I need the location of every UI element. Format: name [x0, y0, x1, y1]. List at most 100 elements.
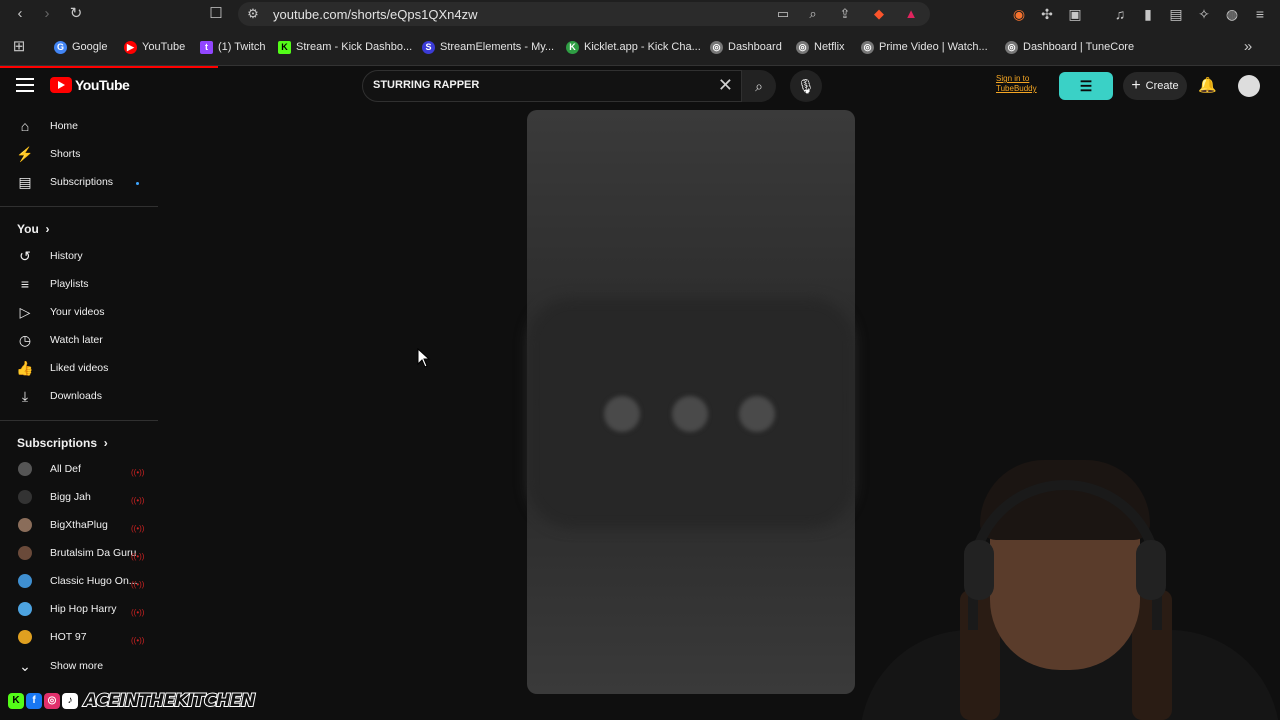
sidebar-item-playlists[interactable]: ≡ Playlists — [0, 270, 158, 298]
loading-dot — [604, 396, 640, 432]
zoom-icon[interactable]: ⌕ — [804, 5, 822, 23]
address-bar[interactable]: ⚙ youtube.com/shorts/eQps1QXn4zw ▭ ⌕ ⇪ ◆… — [238, 2, 930, 26]
sidebar-item-your-videos[interactable]: ▷ Your videos — [0, 298, 158, 326]
bookmark-icon[interactable]: ☐ — [206, 4, 226, 24]
forward-icon[interactable]: › — [37, 4, 57, 24]
tubebuddy-signin-link[interactable]: Sign in to TubeBuddy — [996, 74, 1037, 94]
sidebar-item-watch-later[interactable]: ◷ Watch later — [0, 326, 158, 354]
webcam-overlay — [840, 440, 1280, 720]
bookmark-twitch[interactable]: t (1) Twitch — [200, 39, 265, 55]
sidebar: ⌂ Home ⚡ Shorts ▤ Subscriptions You › ↺ Hist… — [0, 104, 160, 674]
brave-rewards-icon[interactable]: ▲ — [902, 5, 920, 23]
reload-icon[interactable]: ↻ — [66, 4, 86, 24]
channel-avatar — [18, 546, 32, 560]
bookmark-dashboard[interactable]: ◎ Dashboard — [710, 39, 782, 55]
microphone-icon: 🎙 — [797, 78, 815, 94]
subscriptions-heading-label: Subscriptions — [17, 436, 98, 450]
shorts-player[interactable] — [527, 110, 855, 694]
sidebar-item-subscriptions[interactable]: ▤ Subscriptions — [0, 168, 158, 196]
search-button[interactable]: ⌕ — [742, 70, 776, 102]
headset-earcup — [964, 540, 994, 600]
apps-grid-icon[interactable]: ⊞ — [9, 37, 29, 57]
channel-name: Hip Hop Harry — [50, 603, 117, 615]
tubebuddy-line2: TubeBuddy — [996, 84, 1037, 93]
extension-icon[interactable]: ◉ — [1009, 4, 1029, 24]
sidebar-item-label: Your videos — [50, 306, 105, 318]
search-query: STURRING RAPPER — [373, 79, 480, 91]
hamburger-menu-icon[interactable] — [16, 78, 34, 92]
more-bookmarks-icon[interactable]: » — [1238, 37, 1258, 57]
voice-search-button[interactable]: 🎙 — [790, 70, 822, 102]
menu-icon[interactable]: ≡ — [1250, 4, 1270, 24]
sidebar-item-label: Shorts — [50, 148, 81, 160]
sidebar-item-home[interactable]: ⌂ Home — [0, 112, 158, 140]
clear-search-icon[interactable]: ✕ — [718, 75, 733, 96]
live-indicator-icon: ((•)) — [131, 552, 145, 561]
bookmark-prime-video[interactable]: ◎ Prime Video | Watch... — [861, 39, 988, 55]
sidebar-divider — [0, 206, 158, 207]
you-section-heading[interactable]: You › — [17, 222, 49, 236]
bookmark-kicklet[interactable]: K Kicklet.app - Kick Cha... — [566, 39, 701, 55]
globe-icon: ◎ — [1005, 40, 1018, 54]
sidebar-item-label: Liked videos — [50, 362, 109, 374]
bookmark-streamelements[interactable]: S StreamElements - My... — [422, 39, 554, 55]
youtube-logo[interactable]: YouTube — [50, 77, 130, 93]
bookmark-youtube[interactable]: ▶ YouTube — [124, 39, 185, 55]
live-indicator-icon: ((•)) — [131, 468, 145, 477]
google-icon: G — [54, 40, 67, 54]
live-indicator-icon: ((•)) — [131, 524, 145, 533]
sidebar-item-shorts[interactable]: ⚡ Shorts — [0, 140, 158, 168]
create-label: Create — [1145, 80, 1179, 92]
bookmark-google[interactable]: G Google — [54, 39, 107, 55]
bookmark-label: (1) Twitch — [218, 41, 266, 53]
leo-ai-icon[interactable]: ✧ — [1194, 4, 1214, 24]
search-input[interactable]: STURRING RAPPER ✕ — [362, 70, 742, 102]
puzzle-icon[interactable]: ✣ — [1037, 4, 1057, 24]
channel-avatar — [18, 462, 32, 476]
share-icon[interactable]: ⇪ — [836, 5, 854, 23]
kick-icon: K — [278, 40, 291, 54]
twitch-icon: t — [200, 40, 213, 54]
logo-text: YouTube — [75, 77, 130, 93]
youtube-header: YouTube STURRING RAPPER ✕ ⌕ 🎙 Sign in to… — [0, 68, 1280, 104]
sidebar-item-label: Subscriptions — [50, 176, 114, 188]
show-more-button[interactable]: ⌄ Show more — [0, 652, 158, 680]
cast-icon[interactable]: ▭ — [774, 5, 792, 23]
notifications-bell-icon[interactable]: 🔔 — [1198, 76, 1217, 94]
watch-later-icon: ◷ — [18, 331, 32, 348]
instagram-icon: ◎ — [44, 693, 60, 709]
channel-name: BigXthaPlug — [50, 519, 108, 531]
bookmark-label: Netflix — [814, 41, 845, 53]
downloads-icon: ⤓ — [21, 387, 29, 404]
tubebuddy-button[interactable]: ☰ — [1059, 72, 1113, 100]
bookmark-tunecore[interactable]: ◎ Dashboard | TuneCore — [1005, 39, 1134, 55]
show-more-label: Show more — [50, 660, 104, 672]
sidebar-item-history[interactable]: ↺ History — [0, 242, 158, 270]
sidebar-item-label: History — [50, 250, 83, 262]
account-avatar[interactable] — [1238, 75, 1260, 97]
sidebar-item-downloads[interactable]: ⤓ Downloads — [0, 382, 158, 410]
site-info-icon[interactable]: ⚙ — [244, 5, 262, 23]
brave-shield-icon[interactable]: ◆ — [870, 5, 888, 23]
loading-dot — [672, 396, 708, 432]
vpn-icon[interactable]: ◍ — [1222, 4, 1242, 24]
new-content-dot — [136, 182, 139, 185]
liked-videos-icon: 👍 — [16, 359, 34, 376]
music-icon[interactable]: ♫ — [1110, 4, 1130, 24]
shorts-icon: ⚡ — [16, 145, 34, 162]
sidebar-item-liked-videos[interactable]: 👍 Liked videos — [0, 354, 158, 382]
bookmark-kick-dashboard[interactable]: K Stream - Kick Dashbo... — [278, 39, 412, 55]
bookmark-label: Google — [72, 41, 108, 53]
bookmark-label: Dashboard | TuneCore — [1023, 41, 1135, 53]
back-icon[interactable]: ‹ — [10, 4, 30, 24]
bookmark-netflix[interactable]: ◎ Netflix — [796, 39, 845, 55]
wallet-icon[interactable]: ▤ — [1166, 4, 1186, 24]
channel-name: Classic Hugo On... — [50, 575, 138, 587]
sidebar-toggle-icon[interactable]: ▮ — [1138, 4, 1158, 24]
downloads-bar-icon[interactable]: ▣ — [1065, 4, 1085, 24]
create-button[interactable]: + Create — [1123, 72, 1187, 100]
subscriptions-section-heading[interactable]: Subscriptions › — [17, 436, 108, 450]
chevron-down-icon: ⌄ — [19, 657, 31, 674]
chevron-right-icon: › — [100, 436, 108, 450]
channel-avatar — [18, 518, 32, 532]
